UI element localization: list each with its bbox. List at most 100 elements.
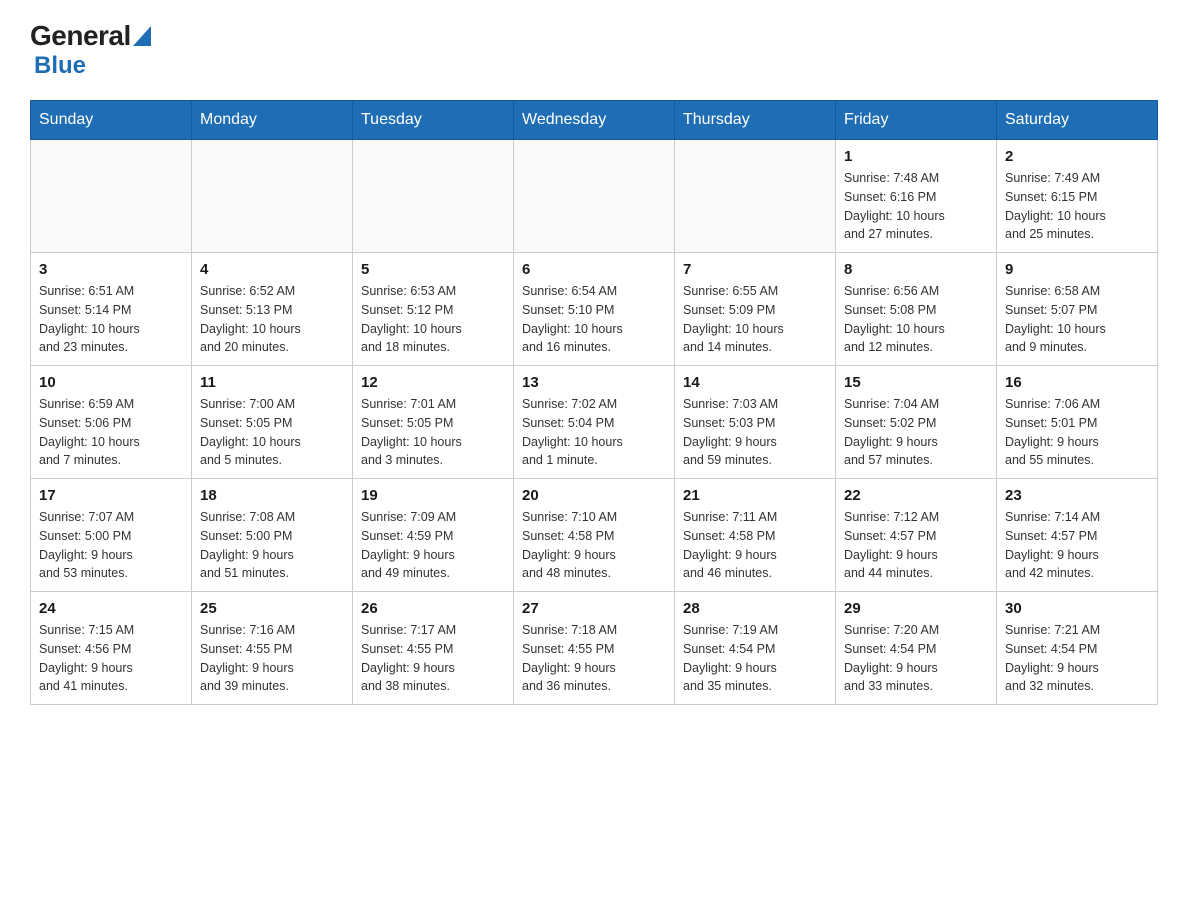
calendar-week-row: 24Sunrise: 7:15 AM Sunset: 4:56 PM Dayli… [31,592,1158,705]
calendar-header-row: SundayMondayTuesdayWednesdayThursdayFrid… [31,101,1158,140]
calendar-cell: 27 Sunrise: 7:18 AM Sunset: 4:55 PM Dayli… [514,592,675,705]
calendar-week-row: 1 Sunrise: 7:48 AM Sunset: 6:16 PM Daylig… [31,140,1158,253]
day-number: 20 [522,487,666,504]
column-header-wednesday: Wednesday [514,101,675,140]
day-number: 25 [200,600,344,617]
calendar-cell: 19 Sunrise: 7:09 AM Sunset: 4:59 PM Dayli… [353,479,514,592]
calendar-cell: 4Sunrise: 6:52 AM Sunset: 5:13 PM Daylig… [192,253,353,366]
day-number: 28 [683,600,827,617]
calendar-week-row: 17 Sunrise: 7:07 AM Sunset: 5:00 PM Dayli… [31,479,1158,592]
day-number: 7 [683,261,827,278]
calendar-cell: 9 Sunrise: 6:58 AM Sunset: 5:07 PM Daylig… [997,253,1158,366]
calendar-week-row: 10 Sunrise: 6:59 AM Sunset: 5:06 PM Dayli… [31,366,1158,479]
day-number: 22 [844,487,988,504]
calendar-cell: 28 Sunrise: 7:19 AM Sunset: 4:54 PM Dayli… [675,592,836,705]
day-number: 1 [844,148,988,165]
day-number: 11 [200,374,344,391]
day-info: Sunrise: 7:21 AM Sunset: 4:54 PM Dayligh… [1005,621,1149,696]
calendar-cell: 22 Sunrise: 7:12 AM Sunset: 4:57 PM Dayli… [836,479,997,592]
day-info: Sunrise: 6:53 AM Sunset: 5:12 PM Dayligh… [361,282,505,357]
calendar-cell: 6 Sunrise: 6:54 AM Sunset: 5:10 PM Daylig… [514,253,675,366]
calendar-cell: 18 Sunrise: 7:08 AM Sunset: 5:00 PM Dayli… [192,479,353,592]
day-number: 17 [39,487,183,504]
day-number: 12 [361,374,505,391]
day-info: Sunrise: 6:51 AM Sunset: 5:14 PM Dayligh… [39,282,183,357]
day-info: Sunrise: 7:12 AM Sunset: 4:57 PM Dayligh… [844,508,988,583]
day-info: Sunrise: 6:56 AM Sunset: 5:08 PM Dayligh… [844,282,988,357]
day-number: 2 [1005,148,1149,165]
day-info: Sunrise: 7:10 AM Sunset: 4:58 PM Dayligh… [522,508,666,583]
day-info: Sunrise: 7:19 AM Sunset: 4:54 PM Dayligh… [683,621,827,696]
day-number: 18 [200,487,344,504]
calendar-table: SundayMondayTuesdayWednesdayThursdayFrid… [30,100,1158,705]
calendar-cell: 13 Sunrise: 7:02 AM Sunset: 5:04 PM Dayli… [514,366,675,479]
day-number: 15 [844,374,988,391]
calendar-cell: 26 Sunrise: 7:17 AM Sunset: 4:55 PM Dayli… [353,592,514,705]
day-number: 4 [200,261,344,278]
day-number: 3 [39,261,183,278]
calendar-cell [31,140,192,253]
calendar-cell: 23 Sunrise: 7:14 AM Sunset: 4:57 PM Dayli… [997,479,1158,592]
day-number: 16 [1005,374,1149,391]
calendar-cell: 30 Sunrise: 7:21 AM Sunset: 4:54 PM Dayli… [997,592,1158,705]
calendar-cell [675,140,836,253]
calendar-week-row: 3 Sunrise: 6:51 AM Sunset: 5:14 PM Daylig… [31,253,1158,366]
calendar-cell [514,140,675,253]
day-number: 24 [39,600,183,617]
logo-general-text: General [30,20,131,52]
calendar-cell: 5Sunrise: 6:53 AM Sunset: 5:12 PM Daylig… [353,253,514,366]
day-number: 21 [683,487,827,504]
day-info: Sunrise: 7:14 AM Sunset: 4:57 PM Dayligh… [1005,508,1149,583]
day-info: Sunrise: 6:59 AM Sunset: 5:06 PM Dayligh… [39,395,183,470]
day-info: Sunrise: 7:18 AM Sunset: 4:55 PM Dayligh… [522,621,666,696]
day-info: Sunrise: 6:55 AM Sunset: 5:09 PM Dayligh… [683,282,827,357]
calendar-cell: 1 Sunrise: 7:48 AM Sunset: 6:16 PM Daylig… [836,140,997,253]
calendar-cell: 15 Sunrise: 7:04 AM Sunset: 5:02 PM Dayli… [836,366,997,479]
day-info: Sunrise: 7:03 AM Sunset: 5:03 PM Dayligh… [683,395,827,470]
day-number: 13 [522,374,666,391]
logo-arrow-icon [133,26,151,46]
calendar-cell: 2 Sunrise: 7:49 AM Sunset: 6:15 PM Daylig… [997,140,1158,253]
calendar-cell: 7 Sunrise: 6:55 AM Sunset: 5:09 PM Daylig… [675,253,836,366]
day-info: Sunrise: 7:09 AM Sunset: 4:59 PM Dayligh… [361,508,505,583]
column-header-tuesday: Tuesday [353,101,514,140]
day-number: 10 [39,374,183,391]
day-number: 9 [1005,261,1149,278]
day-info: Sunrise: 7:00 AM Sunset: 5:05 PM Dayligh… [200,395,344,470]
calendar-cell: 11 Sunrise: 7:00 AM Sunset: 5:05 PM Dayli… [192,366,353,479]
logo: General Blue [30,20,151,80]
day-info: Sunrise: 7:16 AM Sunset: 4:55 PM Dayligh… [200,621,344,696]
day-number: 19 [361,487,505,504]
calendar-cell [192,140,353,253]
day-info: Sunrise: 7:02 AM Sunset: 5:04 PM Dayligh… [522,395,666,470]
day-info: Sunrise: 7:17 AM Sunset: 4:55 PM Dayligh… [361,621,505,696]
calendar-cell: 8 Sunrise: 6:56 AM Sunset: 5:08 PM Daylig… [836,253,997,366]
calendar-cell: 25 Sunrise: 7:16 AM Sunset: 4:55 PM Dayli… [192,592,353,705]
day-number: 29 [844,600,988,617]
calendar-cell: 16Sunrise: 7:06 AM Sunset: 5:01 PM Dayli… [997,366,1158,479]
calendar-cell: 29Sunrise: 7:20 AM Sunset: 4:54 PM Dayli… [836,592,997,705]
day-number: 23 [1005,487,1149,504]
day-number: 6 [522,261,666,278]
calendar-cell: 12Sunrise: 7:01 AM Sunset: 5:05 PM Dayli… [353,366,514,479]
day-info: Sunrise: 7:08 AM Sunset: 5:00 PM Dayligh… [200,508,344,583]
calendar-cell: 10 Sunrise: 6:59 AM Sunset: 5:06 PM Dayli… [31,366,192,479]
day-info: Sunrise: 6:58 AM Sunset: 5:07 PM Dayligh… [1005,282,1149,357]
day-info: Sunrise: 7:04 AM Sunset: 5:02 PM Dayligh… [844,395,988,470]
day-number: 27 [522,600,666,617]
day-info: Sunrise: 7:49 AM Sunset: 6:15 PM Dayligh… [1005,169,1149,244]
page-header: General Blue [30,20,1158,80]
calendar-cell: 20 Sunrise: 7:10 AM Sunset: 4:58 PM Dayli… [514,479,675,592]
calendar-cell: 3 Sunrise: 6:51 AM Sunset: 5:14 PM Daylig… [31,253,192,366]
day-number: 26 [361,600,505,617]
calendar-cell [353,140,514,253]
day-info: Sunrise: 6:54 AM Sunset: 5:10 PM Dayligh… [522,282,666,357]
calendar-cell: 24Sunrise: 7:15 AM Sunset: 4:56 PM Dayli… [31,592,192,705]
day-info: Sunrise: 7:48 AM Sunset: 6:16 PM Dayligh… [844,169,988,244]
day-number: 8 [844,261,988,278]
day-number: 30 [1005,600,1149,617]
day-info: Sunrise: 7:11 AM Sunset: 4:58 PM Dayligh… [683,508,827,583]
day-info: Sunrise: 7:07 AM Sunset: 5:00 PM Dayligh… [39,508,183,583]
column-header-sunday: Sunday [31,101,192,140]
column-header-friday: Friday [836,101,997,140]
